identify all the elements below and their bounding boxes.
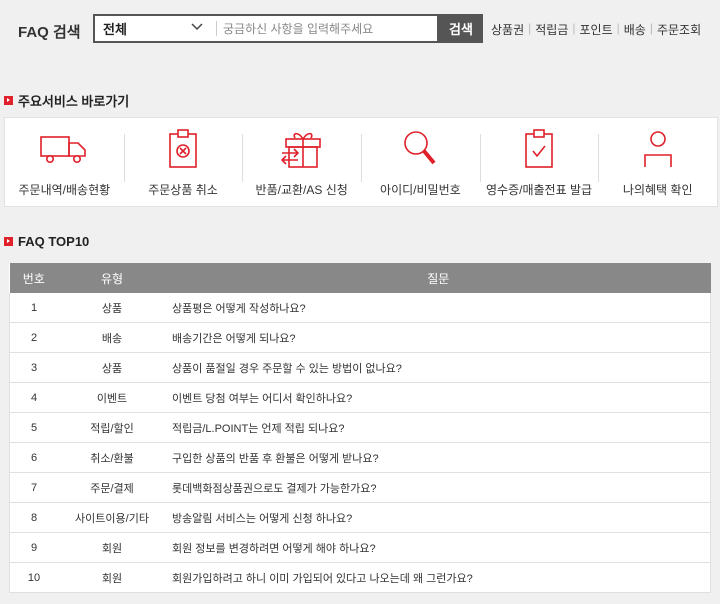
faq-question-link[interactable]: 회원 정보를 변경하려면 어떻게 해야 하나요?: [166, 532, 711, 563]
faq-table: 번호 유형 질문 1 상품 상품평은 어떻게 작성하나요? 2 배송 배송기간은 어떻게 …: [9, 263, 711, 593]
quick-link-points[interactable]: 포인트: [580, 21, 613, 38]
table-row[interactable]: 4 이벤트 이벤트 당첨 여부는 어디서 확인하나요?: [9, 382, 711, 413]
return-exchange-gift-icon: [280, 126, 324, 172]
faq-number: 5: [9, 412, 58, 443]
faq-number: 1: [9, 293, 58, 323]
faq-type: 상품: [58, 293, 166, 323]
search-divider: [216, 21, 217, 36]
faq-number: 6: [9, 442, 58, 473]
faq-number: 7: [9, 472, 58, 503]
table-row[interactable]: 2 배송 배송기간은 어떻게 되나요?: [9, 322, 711, 353]
category-select[interactable]: 전체: [95, 16, 215, 41]
faq-type: 주문/결제: [58, 472, 166, 503]
link-separator: |: [616, 21, 620, 35]
table-row[interactable]: 10 회원 회원가입하려고 하니 이미 가입되어 있다고 나오는데 왜 그런가요?: [9, 562, 711, 593]
services-heading: 주요서비스 바로가기: [4, 91, 129, 110]
category-select-value: 전체: [103, 22, 127, 37]
faq-type: 취소/환불: [58, 442, 166, 473]
faq-question-link[interactable]: 상품평은 어떻게 작성하나요?: [166, 293, 711, 323]
table-row[interactable]: 5 적립/할인 적립금/L.POINT는 언제 적립 되나요?: [9, 412, 711, 443]
table-row[interactable]: 9 회원 회원 정보를 변경하려면 어떻게 해야 하나요?: [9, 532, 711, 563]
link-separator: |: [528, 21, 532, 35]
table-row[interactable]: 6 취소/환불 구입한 상품의 반품 후 환불은 어떻게 받나요?: [9, 442, 711, 473]
faq-question-link[interactable]: 상품이 품절일 경우 주문할 수 있는 방법이 없나요?: [166, 352, 711, 383]
faq-number: 2: [9, 322, 58, 353]
quick-links: 상품권 | 적립금 | 포인트 | 배송 | 주문조회: [491, 21, 701, 38]
service-my-benefits[interactable]: 나의혜택 확인: [598, 118, 717, 206]
service-order-cancel[interactable]: 주문상품 취소: [123, 118, 243, 206]
faq-type: 회원: [58, 532, 166, 563]
service-id-password[interactable]: 아이디/비밀번호: [361, 118, 480, 206]
section-bullet-icon: [4, 237, 13, 246]
table-row[interactable]: 7 주문/결제 롯데백화점상품권으로도 결제가 가능한가요?: [9, 472, 711, 503]
faq-type: 상품: [58, 352, 166, 383]
faq-type: 회원: [58, 562, 166, 593]
faq-number: 4: [9, 382, 58, 413]
magnifier-icon: [402, 126, 438, 172]
faq-number: 9: [9, 532, 58, 563]
search-box: 전체: [93, 14, 439, 43]
faq-type: 적립/할인: [58, 412, 166, 443]
service-label: 나의혜택 확인: [622, 183, 693, 197]
service-label: 영수증/매출전표 발급: [486, 183, 593, 197]
faq-question-link[interactable]: 이벤트 당첨 여부는 어디서 확인하나요?: [166, 382, 711, 413]
faq-top10-heading-text: FAQ TOP10: [18, 234, 90, 249]
table-row[interactable]: 1 상품 상품평은 어떻게 작성하나요?: [9, 293, 711, 323]
table-row[interactable]: 3 상품 상품이 품절일 경우 주문할 수 있는 방법이 없나요?: [9, 352, 711, 383]
quick-link-order-lookup[interactable]: 주문조회: [657, 21, 701, 38]
faq-number: 3: [9, 352, 58, 383]
faq-number: 8: [9, 502, 58, 533]
faq-search-bar: FAQ 검색 전체 검색 상품권 | 적립금 | 포인트 | 배송 | 주문조회: [0, 0, 720, 60]
quick-link-gift-card[interactable]: 상품권: [491, 21, 524, 38]
link-separator: |: [572, 21, 576, 35]
column-header-type: 유형: [58, 263, 166, 293]
service-return-exchange[interactable]: 반품/교환/AS 신청: [242, 118, 361, 206]
section-bullet-icon: [4, 96, 13, 105]
service-label: 주문내역/배송현황: [18, 183, 111, 197]
faq-number: 10: [9, 562, 58, 593]
column-header-number: 번호: [9, 263, 58, 293]
faq-table-header: 번호 유형 질문: [9, 263, 711, 293]
quick-link-delivery[interactable]: 배송: [624, 21, 646, 38]
service-label: 주문상품 취소: [148, 183, 218, 197]
cancel-clipboard-icon: [168, 126, 198, 172]
delivery-truck-icon: [40, 126, 88, 172]
faq-question-link[interactable]: 롯데백화점상품권으로도 결제가 가능한가요?: [166, 472, 711, 503]
faq-table-container: 번호 유형 질문 1 상품 상품평은 어떻게 작성하나요? 2 배송 배송기간은 어떻게 …: [9, 263, 711, 593]
table-row[interactable]: 8 사이트이용/기타 방송알림 서비스는 어떻게 신청 하나요?: [9, 502, 711, 533]
receipt-check-icon: [524, 126, 554, 172]
chevron-down-icon: [191, 23, 203, 31]
search-input[interactable]: [223, 16, 435, 41]
services-heading-text: 주요서비스 바로가기: [18, 94, 130, 109]
faq-type: 이벤트: [58, 382, 166, 413]
faq-question-link[interactable]: 배송기간은 어떻게 되나요?: [166, 322, 711, 353]
service-shortcuts: 주문내역/배송현황 주문상품 취소 반품/교환/AS 신청 아이디/비밀번호 영…: [4, 117, 718, 207]
faq-search-title: FAQ 검색: [18, 24, 81, 41]
faq-top10-heading: FAQ TOP10: [4, 234, 89, 249]
faq-type: 사이트이용/기타: [58, 502, 166, 533]
faq-type: 배송: [58, 322, 166, 353]
service-order-delivery[interactable]: 주문내역/배송현황: [5, 118, 124, 206]
column-header-question: 질문: [166, 263, 711, 293]
faq-question-link[interactable]: 회원가입하려고 하니 이미 가입되어 있다고 나오는데 왜 그런가요?: [166, 562, 711, 593]
service-label: 아이디/비밀번호: [380, 183, 461, 197]
service-label: 반품/교환/AS 신청: [255, 183, 348, 197]
link-separator: |: [649, 21, 653, 35]
user-icon: [642, 126, 674, 172]
faq-question-link[interactable]: 방송알림 서비스는 어떻게 신청 하나요?: [166, 502, 711, 533]
search-button[interactable]: 검색: [439, 14, 483, 43]
service-receipt[interactable]: 영수증/매출전표 발급: [479, 118, 599, 206]
quick-link-reserves[interactable]: 적립금: [535, 21, 568, 38]
faq-question-link[interactable]: 구입한 상품의 반품 후 환불은 어떻게 받나요?: [166, 442, 711, 473]
faq-question-link[interactable]: 적립금/L.POINT는 언제 적립 되나요?: [166, 412, 711, 443]
